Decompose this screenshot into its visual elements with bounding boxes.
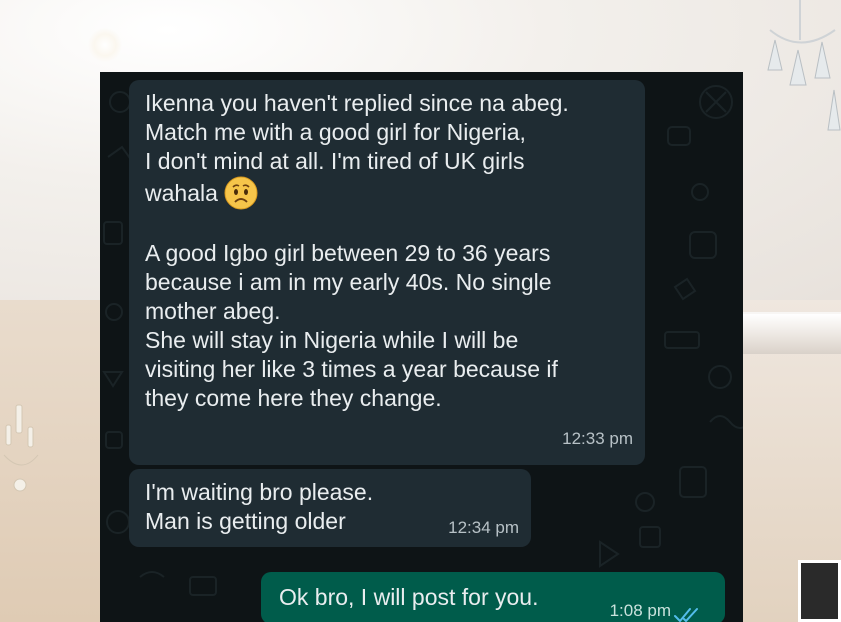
wall-cornice [743,312,841,354]
message-bubble-outgoing[interactable]: Ok bro, I will post for you. 1:08 pm [261,572,725,622]
message-bubble-incoming[interactable]: I'm waiting bro please. Man is getting o… [129,469,531,547]
message-bubble-incoming[interactable]: Ikenna you haven't replied since na abeg… [129,80,645,465]
message-timestamp: 12:34 pm [448,518,519,537]
worried-face-icon [224,176,258,210]
ceiling-light [88,28,122,62]
chandelier-icon [760,0,841,140]
chat-panel[interactable]: Ikenna you haven't replied since na abeg… [100,72,743,622]
message-text: Ikenna you haven't replied since na abeg… [145,90,569,411]
message-timestamp: 1:08 pm [609,601,671,620]
double-check-read-icon [673,602,701,622]
picture-frame [798,560,841,622]
wall-sconce-icon [2,395,42,505]
message-timestamp: 12:33 pm [562,429,633,448]
